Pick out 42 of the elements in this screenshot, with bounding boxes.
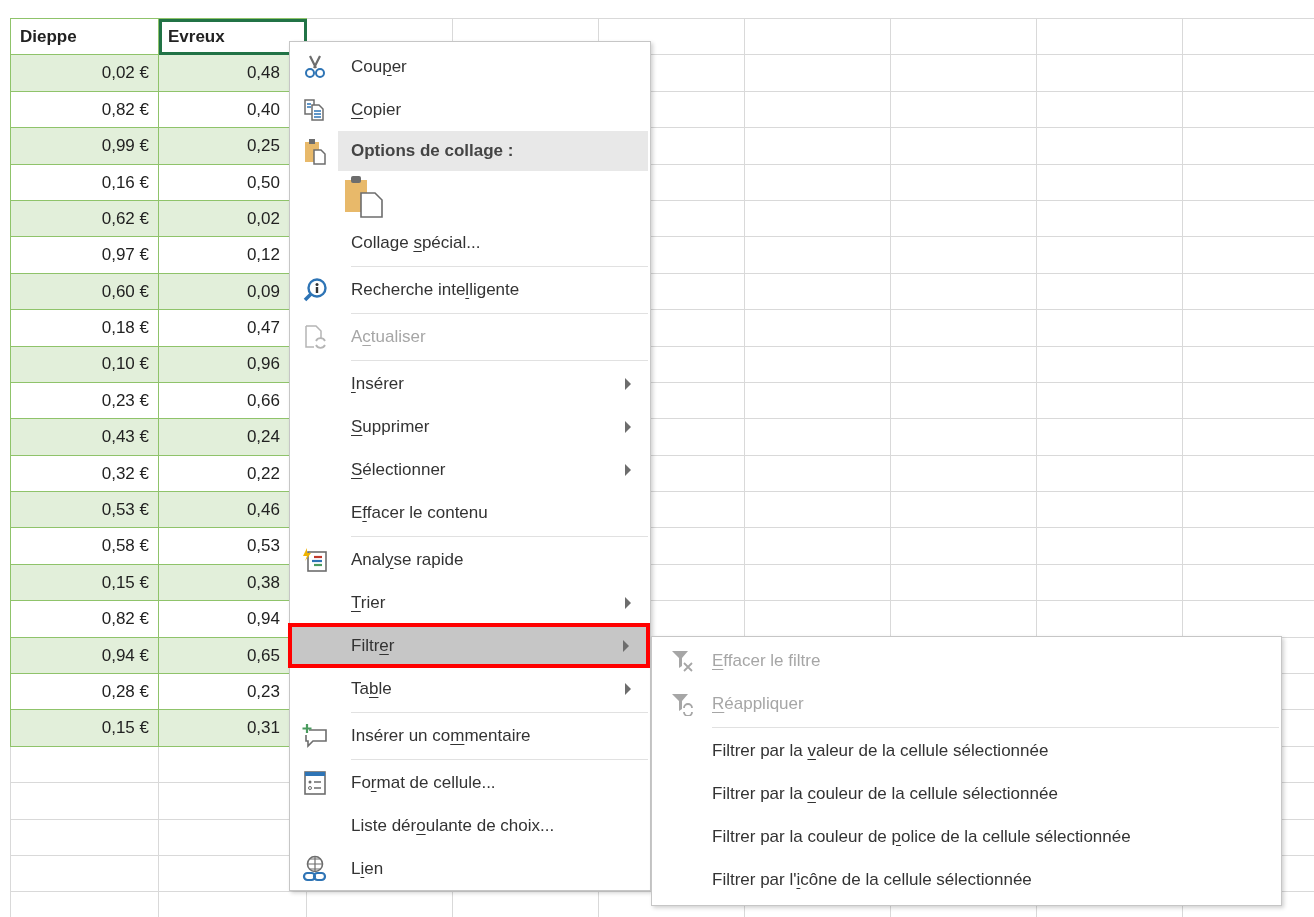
table-cell: 0,53 € <box>10 491 159 528</box>
column-header: Evreux <box>158 18 307 55</box>
menu-item[interactable]: Lien <box>292 847 648 890</box>
table-cell: 0,23 € <box>10 382 159 419</box>
menu-heading: Options de collage : <box>338 131 648 171</box>
menu-item[interactable]: Filtrer <box>288 623 650 668</box>
globe-link-icon <box>302 854 328 883</box>
copy-icon <box>303 97 327 122</box>
format-window-icon <box>303 769 327 796</box>
table-cell: 0,32 € <box>10 455 159 492</box>
table-cell: 0,94 € <box>10 637 159 674</box>
lightning-list-icon <box>302 546 328 573</box>
menu-item[interactable]: Filtrer par l'icône de la cellule sélectionnée <box>654 858 1279 901</box>
table-cell: 0,28 € <box>10 673 159 710</box>
table-cell: 0,16 € <box>10 164 159 201</box>
paste-button[interactable] <box>344 174 384 218</box>
reapply-filter-icon <box>671 691 695 716</box>
menu-item[interactable]: Filtrer par la valeur de la cellule sélectionnée <box>654 729 1279 772</box>
magnifier-info-icon <box>302 276 328 303</box>
table-cell: 0,97 € <box>10 236 159 274</box>
refresh-page-icon <box>303 323 327 350</box>
column-header: Dieppe <box>10 18 159 55</box>
menu-item[interactable]: Filtrer par la couleur de la cellule sélectionnée <box>654 772 1279 815</box>
add-comment-icon <box>301 722 329 749</box>
table-cell: 0,62 € <box>10 200 159 237</box>
table-cell: 0,58 € <box>10 527 159 565</box>
menu-item[interactable]: Filtrer par la couleur de police de la cellule sélectionnée <box>654 815 1279 858</box>
table-cell: 0,99 € <box>10 127 159 165</box>
table-cell: 0,82 € <box>10 600 159 638</box>
clipboard-icon <box>303 137 327 165</box>
table-cell: 0,18 € <box>10 309 159 346</box>
table-cell: 0,60 € <box>10 273 159 310</box>
table-cell: 0,43 € <box>10 418 159 456</box>
table-cell: 0,15 € <box>10 709 159 747</box>
table-cell: 0,02 € <box>10 54 159 92</box>
clear-filter-icon <box>671 648 695 673</box>
table-cell: 0,15 € <box>10 564 159 601</box>
table-cell: 0,10 € <box>10 346 159 383</box>
menu-item[interactable]: Liste déroulante de choix... <box>292 804 648 847</box>
table-cell: 0,82 € <box>10 91 159 128</box>
menu-item[interactable]: Format de cellule... <box>292 761 648 804</box>
scissors-icon <box>303 53 327 80</box>
